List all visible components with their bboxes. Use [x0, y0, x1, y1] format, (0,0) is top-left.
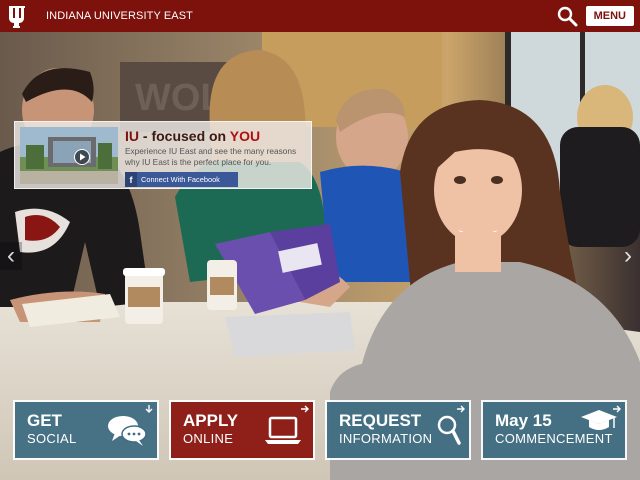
tile-subtitle: SOCIAL	[27, 431, 77, 446]
search-icon[interactable]	[554, 3, 580, 29]
facebook-icon: f	[125, 172, 137, 187]
promo-description: Experience IU East and see the many reas…	[125, 146, 297, 167]
speech-bubbles-icon	[108, 416, 147, 446]
tile-subtitle: INFORMATION	[339, 431, 433, 446]
connect-facebook-button[interactable]: f Connect With Facebook	[125, 172, 238, 187]
menu-button[interactable]: MENU	[585, 6, 634, 26]
carousel-next-button[interactable]: ›	[617, 242, 639, 270]
tile-title: May 15	[495, 411, 552, 430]
apply-online-tile[interactable]: APPLY ONLINE	[169, 400, 315, 460]
tile-subtitle: ONLINE	[183, 431, 234, 446]
request-information-tile[interactable]: REQUEST INFORMATION	[325, 400, 471, 460]
facebook-button-label: Connect With Facebook	[141, 175, 220, 184]
arrow-down-icon	[145, 405, 153, 413]
promo-title: IU - focused on YOU	[125, 128, 261, 144]
site-header: INDIANA UNIVERSITY EAST MENU	[0, 0, 640, 32]
tile-title: REQUEST	[339, 411, 422, 430]
promo-card: IU - focused on YOU Experience IU East a…	[14, 121, 312, 189]
laptop-icon	[265, 416, 301, 444]
carousel-prev-button[interactable]: ‹	[0, 242, 22, 270]
arrow-right-icon	[457, 405, 465, 413]
magnifier-icon	[437, 415, 461, 445]
tile-title: APPLY	[183, 411, 239, 430]
tile-title: GET	[27, 411, 62, 430]
get-social-tile[interactable]: GET SOCIAL	[13, 400, 159, 460]
commencement-tile[interactable]: May 15 COMMENCEMENT	[481, 400, 627, 460]
arrow-right-icon	[301, 405, 309, 413]
iu-trident-logo[interactable]	[0, 0, 34, 32]
site-name[interactable]: INDIANA UNIVERSITY EAST	[46, 10, 193, 22]
video-thumbnail[interactable]	[20, 127, 118, 184]
play-icon[interactable]	[74, 149, 90, 165]
arrow-right-icon	[613, 405, 621, 413]
